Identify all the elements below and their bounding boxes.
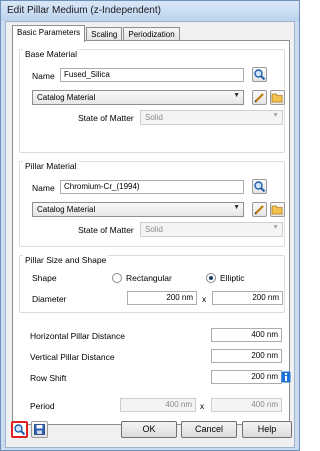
row-shift-label: Row Shift xyxy=(30,373,67,383)
base-edit-button[interactable] xyxy=(252,90,267,105)
diameter-times-label: x xyxy=(202,294,207,304)
diameter-y-field[interactable]: 200 nm xyxy=(212,291,283,305)
pillar-material-group: Pillar Material Name Chromium-Cr_(1994) … xyxy=(19,161,285,247)
shape-label: Shape xyxy=(32,273,57,283)
pillar-open-button[interactable] xyxy=(270,202,285,217)
base-catalog-select[interactable]: Catalog Material ▼ xyxy=(32,90,244,105)
base-state-value: Solid xyxy=(145,113,163,122)
radio-elliptic[interactable] xyxy=(206,273,216,283)
horizontal-distance-field[interactable]: 400 nm xyxy=(211,328,282,342)
base-open-button[interactable] xyxy=(270,90,285,105)
pillar-material-title: Pillar Material xyxy=(23,161,79,171)
info-icon[interactable] xyxy=(281,371,291,383)
title-bar: Edit Pillar Medium (z-Independent) xyxy=(1,1,299,21)
pillar-state-label: State of Matter xyxy=(78,225,134,235)
tab-strip: Basic Parameters Scaling Periodization xyxy=(12,25,181,42)
row-shift-field[interactable]: 200 nm xyxy=(211,370,282,384)
base-state-select: Solid ▼ xyxy=(140,110,283,125)
base-name-field[interactable]: Fused_Silica xyxy=(60,68,244,82)
pencil-icon xyxy=(254,205,264,215)
pillar-edit-button[interactable] xyxy=(252,202,267,217)
period-label: Period xyxy=(30,401,55,411)
base-catalog-value: Catalog Material xyxy=(37,93,96,102)
dialog-body: Basic Parameters Scaling Periodization B… xyxy=(5,21,295,448)
vertical-distance-label: Vertical Pillar Distance xyxy=(30,352,115,362)
folder-icon xyxy=(271,93,283,103)
radio-rectangular[interactable] xyxy=(112,273,122,283)
pillar-catalog-select[interactable]: Catalog Material ▼ xyxy=(32,202,244,217)
pillar-name-field[interactable]: Chromium-Cr_(1994) xyxy=(60,180,244,194)
diameter-x-field[interactable]: 200 nm xyxy=(127,291,197,305)
base-name-label: Name xyxy=(32,71,55,81)
base-material-title: Base Material xyxy=(23,49,79,59)
view-button[interactable] xyxy=(11,421,28,438)
vertical-distance-field[interactable]: 200 nm xyxy=(211,349,282,363)
chevron-down-icon: ▼ xyxy=(233,92,240,99)
chevron-down-icon: ▼ xyxy=(233,204,240,211)
pillar-shape-title: Pillar Size and Shape xyxy=(23,255,109,265)
diameter-label: Diameter xyxy=(32,294,67,304)
folder-icon xyxy=(271,205,283,215)
pillar-search-button[interactable] xyxy=(252,179,267,194)
window-title: Edit Pillar Medium (z-Independent) xyxy=(7,5,161,16)
pillar-state-value: Solid xyxy=(145,225,163,234)
help-button[interactable]: Help xyxy=(242,421,292,438)
base-search-button[interactable] xyxy=(252,67,267,82)
tab-basic-parameters[interactable]: Basic Parameters xyxy=(12,25,86,42)
magnifier-icon xyxy=(14,424,26,436)
radio-rectangular-label: Rectangular xyxy=(126,273,172,283)
pillar-state-select: Solid ▼ xyxy=(140,222,283,237)
pillar-shape-group: Pillar Size and Shape Shape Rectangular … xyxy=(19,255,285,313)
magnifier-icon xyxy=(254,181,266,193)
radio-elliptic-label: Elliptic xyxy=(220,273,245,283)
save-button[interactable] xyxy=(31,421,48,438)
horizontal-distance-label: Horizontal Pillar Distance xyxy=(30,331,125,341)
period-x-field: 400 nm xyxy=(120,398,196,412)
pillar-catalog-value: Catalog Material xyxy=(37,205,96,214)
chevron-down-icon: ▼ xyxy=(272,224,279,231)
basic-parameters-page: Base Material Name Fused_Silica Catalog … xyxy=(12,40,291,425)
floppy-disk-icon xyxy=(34,424,45,435)
ok-button[interactable]: OK xyxy=(121,421,177,438)
base-state-label: State of Matter xyxy=(78,113,134,123)
pencil-icon xyxy=(254,93,264,103)
pillar-name-label: Name xyxy=(32,183,55,193)
chevron-down-icon: ▼ xyxy=(272,112,279,119)
period-y-field: 400 nm xyxy=(211,398,282,412)
dialog-window: Edit Pillar Medium (z-Independent) Basic… xyxy=(0,0,300,451)
magnifier-icon xyxy=(254,69,266,81)
base-material-group: Base Material Name Fused_Silica Catalog … xyxy=(19,49,285,153)
period-times-label: x xyxy=(200,401,205,411)
cancel-button[interactable]: Cancel xyxy=(181,421,237,438)
